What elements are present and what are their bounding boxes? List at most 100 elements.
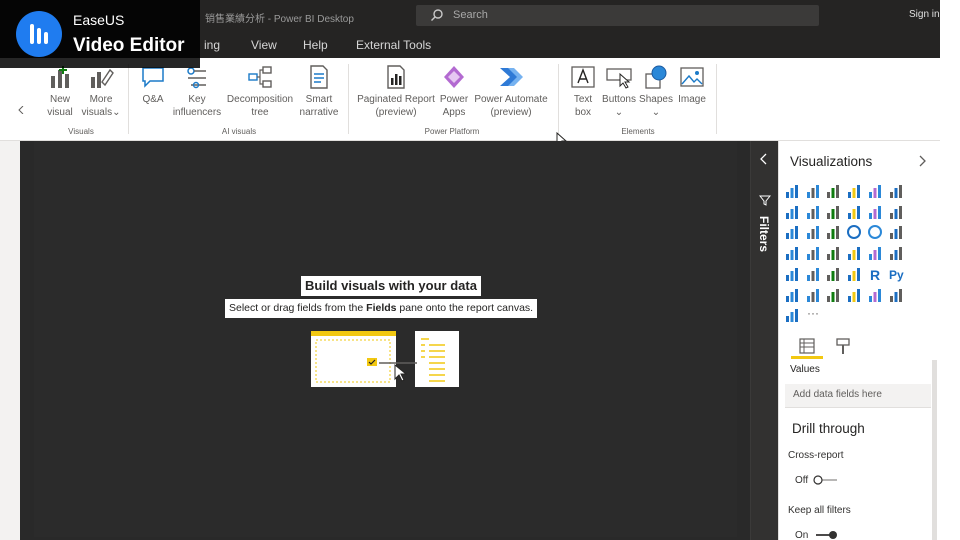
tab-view[interactable]: View xyxy=(251,38,277,52)
slicer-visual-icon[interactable] xyxy=(805,266,823,284)
treemap-visual-icon[interactable] xyxy=(888,224,906,242)
pie-visual-icon[interactable] xyxy=(846,224,864,242)
table-visual-icon[interactable] xyxy=(825,266,843,284)
smart-narrative-button[interactable]: Smart narrative xyxy=(296,64,342,119)
pane-scrollbar[interactable] xyxy=(932,360,937,540)
ribbon-separator xyxy=(716,64,717,134)
100-column-visual-icon[interactable] xyxy=(888,183,906,201)
chevron-right-icon[interactable] xyxy=(918,155,926,167)
image-button[interactable]: Image xyxy=(674,64,710,106)
100-bar-visual-icon[interactable] xyxy=(867,183,885,201)
easeus-logo-icon xyxy=(30,24,48,44)
line-column-glyph xyxy=(848,205,861,219)
decomposition-visual-icon[interactable] xyxy=(805,287,823,305)
scatter-glyph xyxy=(827,226,840,240)
keep-all-filters-label: Keep all filters xyxy=(788,505,851,516)
azure-map-visual-icon[interactable] xyxy=(825,245,843,263)
cross-report-toggle[interactable]: Off xyxy=(795,475,839,486)
clustered-bar-visual-icon[interactable] xyxy=(825,183,843,201)
power-automate-visual-icon[interactable] xyxy=(784,307,802,325)
filters-pane-collapsed[interactable]: Filters xyxy=(750,141,778,540)
format-paint-roller-icon[interactable] xyxy=(834,337,852,355)
paginated-report-button[interactable]: Paginated Report (preview) xyxy=(354,64,438,119)
line-clustered-glyph xyxy=(868,205,881,219)
text-box-button[interactable]: Text box xyxy=(566,64,600,119)
keep-all-filters-toggle[interactable]: On xyxy=(795,530,839,540)
kpi-glyph xyxy=(786,267,798,281)
python-visual-visual-icon[interactable]: Py xyxy=(888,266,906,284)
ribbon-visual-icon[interactable] xyxy=(888,204,906,222)
stacked-column-visual-icon[interactable] xyxy=(805,183,823,201)
power-apps-button[interactable]: Power Apps xyxy=(438,64,470,119)
power-apps-glyph xyxy=(889,288,902,302)
ribbon-separator xyxy=(128,64,129,134)
qa-button[interactable]: Q&A xyxy=(136,64,170,106)
sign-in-link[interactable]: Sign in xyxy=(909,9,940,20)
group-label-power-platform: Power Platform xyxy=(424,127,480,136)
window-edge xyxy=(940,0,960,540)
buttons-button[interactable]: Buttons ⌄ xyxy=(600,64,638,119)
filled-map-glyph xyxy=(806,247,819,261)
funnel-glyph xyxy=(806,226,819,240)
r-visual-visual-icon[interactable]: R xyxy=(867,266,885,284)
line-glyph xyxy=(786,205,798,219)
scroll-left-icon[interactable] xyxy=(18,106,24,114)
line-visual-icon[interactable] xyxy=(784,204,802,222)
stacked-area-visual-icon[interactable] xyxy=(825,204,843,222)
gauge-glyph xyxy=(848,247,861,261)
matrix-visual-icon[interactable] xyxy=(846,266,864,284)
donut-glyph xyxy=(867,225,882,240)
key-influencers-button[interactable]: Key influencers xyxy=(170,64,224,119)
gauge-visual-icon[interactable] xyxy=(846,245,864,263)
ribbon: New visual More visuals⌄ Visuals Q&A Key in… xyxy=(0,58,940,148)
treemap-glyph xyxy=(889,226,902,240)
funnel-visual-icon[interactable] xyxy=(805,224,823,242)
card-visual-icon[interactable] xyxy=(867,245,885,263)
cross-report-label: Cross-report xyxy=(788,450,844,461)
donut-visual-icon[interactable] xyxy=(867,224,885,242)
decomposition-tree-button[interactable]: Decomposition tree xyxy=(224,64,296,119)
stacked-area-glyph xyxy=(827,205,840,219)
canvas-instructions: Select or drag fields from the Fields pa… xyxy=(225,299,538,318)
fields-well-icon[interactable] xyxy=(798,337,816,355)
azure-map-glyph xyxy=(827,247,840,261)
build-visual-illustration-icon xyxy=(311,331,459,387)
smart-narrative-icon xyxy=(310,65,328,89)
line-column-visual-icon[interactable] xyxy=(846,204,864,222)
key-influencers-visual-icon[interactable] xyxy=(784,287,802,305)
tab-help[interactable]: Help xyxy=(303,38,328,52)
filled-map-visual-icon[interactable] xyxy=(805,245,823,263)
area-visual-icon[interactable] xyxy=(805,204,823,222)
more-visual-icon[interactable]: ··· xyxy=(805,306,823,325)
ribbon-separator xyxy=(558,64,559,134)
easeus-logo xyxy=(16,11,62,57)
clustered-column-visual-icon[interactable] xyxy=(846,183,864,201)
kpi-visual-icon[interactable] xyxy=(784,266,802,284)
power-automate-button[interactable]: Power Automate (preview) xyxy=(472,64,550,119)
chevron-left-icon[interactable] xyxy=(760,153,768,165)
multi-row-card-visual-icon[interactable] xyxy=(888,245,906,263)
line-clustered-visual-icon[interactable] xyxy=(867,204,885,222)
narrative-visual-icon[interactable] xyxy=(846,287,864,305)
document-title: 销售業績分析 - Power BI Desktop xyxy=(205,14,354,25)
shapes-icon xyxy=(645,65,667,89)
values-drop-zone[interactable]: Add data fields here xyxy=(785,384,931,408)
more-visuals-button[interactable]: More visuals⌄ xyxy=(80,64,122,119)
waterfall-visual-icon[interactable] xyxy=(784,224,802,242)
group-label-elements: Elements xyxy=(621,127,655,136)
stacked-bar-visual-icon[interactable] xyxy=(784,183,802,201)
multi-row-card-glyph xyxy=(889,247,902,261)
clustered-bar-glyph xyxy=(827,185,840,198)
shapes-button[interactable]: Shapes ⌄ xyxy=(638,64,674,119)
new-visual-button[interactable]: New visual xyxy=(42,64,78,119)
image-icon xyxy=(680,67,704,87)
search-box[interactable]: Search xyxy=(416,5,819,26)
map-visual-icon[interactable] xyxy=(784,245,802,263)
qa-visual-icon[interactable] xyxy=(825,287,843,305)
toggle-off-icon xyxy=(813,475,837,485)
tab-external-tools[interactable]: External Tools xyxy=(356,38,431,52)
scatter-visual-icon[interactable] xyxy=(825,224,843,242)
tab-modeling[interactable]: ing xyxy=(204,38,220,52)
paginated-visual-icon[interactable] xyxy=(867,287,885,305)
power-apps-visual-icon[interactable] xyxy=(888,287,906,305)
